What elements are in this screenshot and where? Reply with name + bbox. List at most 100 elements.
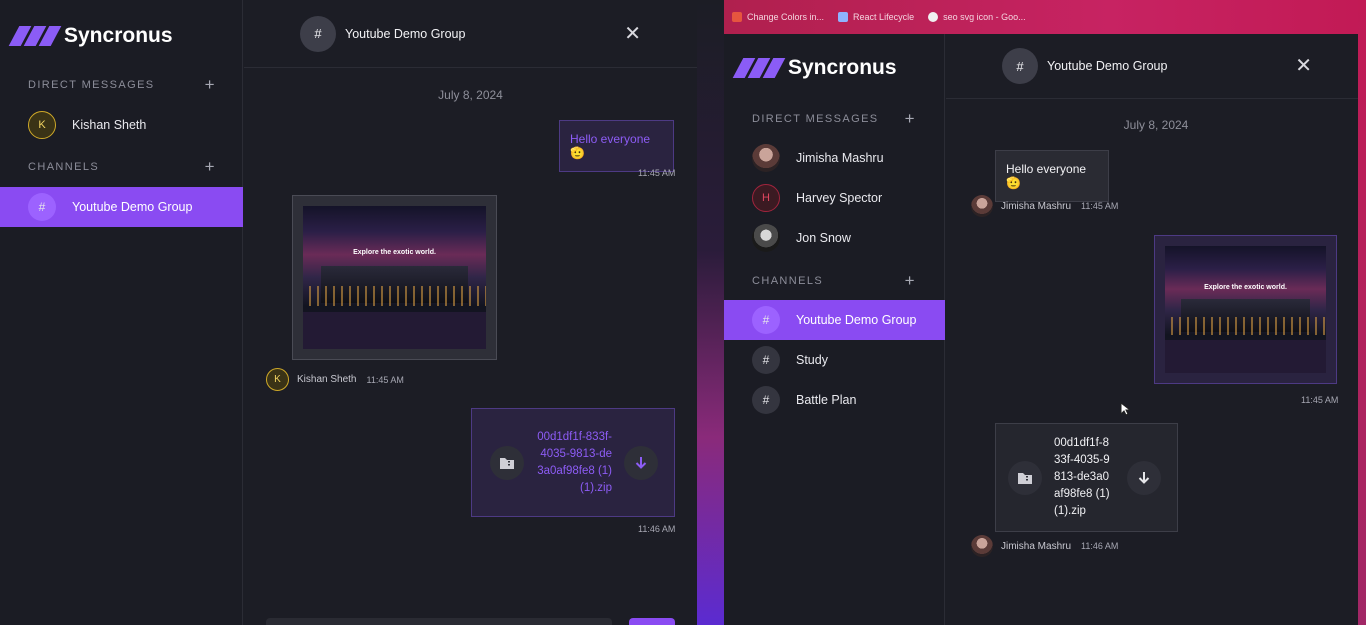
contact-item-jimisha-mashru[interactable]: Jimisha Mashru — [752, 144, 942, 172]
sidebar: Syncronus DIRECT MESSAGES + Jimisha Mash… — [724, 34, 945, 625]
channels-header-label: CHANNELS — [28, 160, 100, 173]
add-channel-plus-icon[interactable]: + — [205, 158, 216, 175]
file-message: 00d1df1f-833f-4035-9813-de3a0af98fe8 (1)… — [995, 423, 1178, 532]
close-icon[interactable]: ✕ — [1295, 56, 1312, 76]
channel-name: Youtube Demo Group — [796, 313, 917, 327]
send-button[interactable] — [629, 618, 675, 625]
avatar-photo — [971, 535, 993, 557]
channel-name: Youtube Demo Group — [72, 200, 193, 214]
download-icon[interactable] — [1127, 460, 1161, 495]
right-app-window: Change Colors in... React Lifecycle seo … — [724, 0, 1366, 625]
message-sender: K Kishan Sheth 11:45 AM — [266, 368, 404, 391]
bookmark-item[interactable]: seo svg icon - Goo... — [928, 12, 1026, 22]
channels-header: CHANNELS + — [752, 272, 916, 289]
message-time: 11:45 AM — [1081, 201, 1119, 211]
close-icon[interactable]: ✕ — [624, 24, 641, 44]
add-dm-plus-icon[interactable]: + — [905, 110, 916, 127]
bookmark-item[interactable]: React Lifecycle — [838, 12, 914, 22]
chat-panel: # Youtube Demo Group ✕ July 8, 2024 Hell… — [946, 34, 1366, 625]
file-name: 00d1df1f-833f-4035-9813-de3a0af98fe8 (1)… — [537, 430, 612, 494]
direct-messages-header: DIRECT MESSAGES + — [28, 76, 216, 93]
hash-icon: # — [300, 15, 336, 52]
window-edge — [1358, 0, 1366, 625]
message-time: 11:45 AM — [1301, 395, 1339, 405]
avatar: K — [28, 111, 56, 139]
channel-item-study[interactable]: # Study — [752, 346, 942, 374]
chat-header-title-group: # Youtube Demo Group — [300, 15, 466, 52]
hash-icon: # — [752, 306, 780, 334]
hash-icon: # — [752, 386, 780, 414]
add-channel-plus-icon[interactable]: + — [905, 272, 916, 289]
direct-messages-header: DIRECT MESSAGES + — [752, 110, 916, 127]
chat-title: Youtube Demo Group — [345, 26, 466, 41]
file-message: 00d1df1f-833f-4035-9813-de3a0af98fe8 (1)… — [471, 408, 675, 517]
message-sender: Jimisha Mashru 11:46 AM — [971, 535, 1118, 557]
app-logo[interactable]: Syncronus — [732, 56, 897, 80]
bookmark-favicon-icon — [928, 12, 939, 22]
channel-item-youtube-demo-group[interactable]: # Youtube Demo Group — [0, 187, 243, 227]
logo-mark-icon — [8, 26, 62, 46]
contact-item-harvey-spector[interactable]: H Harvey Spector — [752, 184, 942, 212]
image-message[interactable]: Explore the exotic world. — [1154, 235, 1337, 384]
bookmark-item[interactable]: Change Colors in... — [732, 12, 824, 22]
chat-header: # Youtube Demo Group ✕ — [946, 34, 1366, 99]
avatar-photo — [752, 224, 780, 252]
contact-name: Jimisha Mashru — [796, 151, 884, 165]
message-input[interactable] — [266, 618, 612, 625]
bookmark-label: seo svg icon - Goo... — [943, 12, 1026, 22]
mouse-cursor-icon — [1120, 401, 1132, 416]
channel-item-youtube-demo-group[interactable]: # Youtube Demo Group — [724, 300, 945, 340]
left-app-window: Syncronus DIRECT MESSAGES + K Kishan She… — [0, 0, 697, 625]
channel-name: Study — [796, 353, 828, 367]
avatar-photo — [752, 144, 780, 172]
avatar: K — [266, 368, 289, 391]
sidebar: Syncronus DIRECT MESSAGES + K Kishan She… — [0, 0, 243, 625]
folder-zip-icon — [490, 445, 524, 480]
bookmark-label: React Lifecycle — [853, 12, 915, 22]
avatar-photo — [971, 195, 993, 217]
bookmarks-bar: Change Colors in... React Lifecycle seo … — [724, 0, 1366, 34]
logo-mark-icon — [732, 58, 786, 78]
sender-name: Jimisha Mashru — [1001, 540, 1072, 552]
chat-header-title-group: # Youtube Demo Group — [1002, 48, 1167, 84]
contact-name: Harvey Spector — [796, 191, 883, 205]
message-time: 11:46 AM — [638, 524, 676, 534]
channel-name: Battle Plan — [796, 393, 857, 407]
channel-item-battle-plan[interactable]: # Battle Plan — [752, 386, 942, 414]
desktop-background — [697, 0, 724, 625]
app-name: Syncronus — [788, 56, 897, 79]
bookmark-favicon-icon — [732, 12, 742, 22]
dm-header-label: DIRECT MESSAGES — [28, 78, 155, 91]
contact-item-jon-snow[interactable]: Jon Snow — [752, 224, 942, 252]
date-separator: July 8, 2024 — [438, 88, 503, 102]
contact-name: Jon Snow — [796, 231, 851, 245]
contact-name: Kishan Sheth — [72, 118, 147, 132]
add-dm-plus-icon[interactable]: + — [205, 76, 216, 93]
message-time: 11:45 AM — [638, 168, 676, 178]
image-caption: Explore the exotic world. — [353, 248, 436, 256]
image-preview: Explore the exotic world. — [303, 206, 486, 349]
chat-title: Youtube Demo Group — [1047, 59, 1168, 73]
sender-name: Jimisha Mashru — [1001, 200, 1072, 212]
bookmark-favicon-icon — [838, 12, 849, 22]
file-name: 00d1df1f-833f-4035-9813-de3a0af98fe8 (1)… — [1054, 437, 1110, 517]
contact-item-kishan-sheth[interactable]: K Kishan Sheth — [28, 111, 228, 139]
avatar: H — [752, 184, 780, 212]
hash-icon: # — [1002, 48, 1038, 84]
image-preview: Explore the exotic world. — [1165, 246, 1326, 373]
hash-icon: # — [752, 346, 780, 374]
app-logo[interactable]: Syncronus — [8, 24, 173, 48]
chat-panel: # Youtube Demo Group ✕ July 8, 2024 Hell… — [244, 0, 697, 625]
download-icon[interactable] — [624, 445, 658, 480]
date-separator: July 8, 2024 — [1123, 118, 1189, 132]
channels-header-label: CHANNELS — [752, 274, 824, 287]
message-time: 11:45 AM — [366, 374, 404, 385]
app-name: Syncronus — [64, 24, 173, 47]
dm-header-label: DIRECT MESSAGES — [752, 112, 879, 125]
hash-icon: # — [28, 193, 56, 221]
message-time: 11:46 AM — [1081, 541, 1119, 551]
image-message[interactable]: Explore the exotic world. — [292, 195, 497, 360]
bookmark-label: Change Colors in... — [747, 12, 825, 22]
message-sender: Jimisha Mashru 11:45 AM — [971, 195, 1118, 217]
channels-header: CHANNELS + — [28, 158, 216, 175]
